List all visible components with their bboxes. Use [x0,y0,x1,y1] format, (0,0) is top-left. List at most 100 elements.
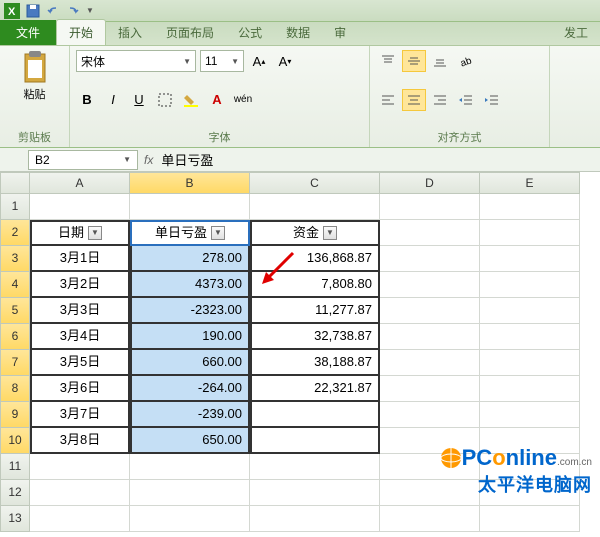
table-header-profit[interactable]: 单日亏盈▼ [130,220,250,246]
fx-icon[interactable]: fx [144,153,153,167]
shrink-font-button[interactable]: A▾ [274,50,296,72]
cell[interactable] [480,376,580,402]
name-box[interactable]: B2▼ [28,150,138,170]
tab-dev[interactable]: 发工 [552,20,600,45]
cell-profit[interactable]: 278.00 [130,246,250,272]
cell[interactable] [380,194,480,220]
undo-icon[interactable] [46,4,60,18]
cell-date[interactable]: 3月1日 [30,246,130,272]
tab-insert[interactable]: 插入 [106,20,154,45]
formula-bar-value[interactable]: 单日亏盈 [161,150,213,169]
row-header[interactable]: 11 [0,454,30,480]
align-center-button[interactable] [402,89,426,111]
cell-fund[interactable] [250,402,380,428]
cell[interactable] [480,194,580,220]
bold-button[interactable]: B [76,89,98,111]
cell-fund[interactable]: 11,277.87 [250,298,380,324]
cell[interactable] [480,402,580,428]
row-header[interactable]: 9 [0,402,30,428]
save-icon[interactable] [26,4,40,18]
align-bottom-button[interactable] [428,50,452,72]
cell-fund[interactable] [250,428,380,454]
cell[interactable] [380,246,480,272]
phonetic-button[interactable]: wén [232,89,254,111]
select-all-corner[interactable] [0,172,30,194]
cell[interactable] [380,272,480,298]
align-left-button[interactable] [376,89,400,111]
align-right-button[interactable] [428,89,452,111]
row-header[interactable]: 2 [0,220,30,246]
border-button[interactable] [154,89,176,111]
row-header[interactable]: 7 [0,350,30,376]
cell[interactable] [380,350,480,376]
cell[interactable] [130,480,250,506]
qat-dropdown-icon[interactable]: ▼ [86,6,94,15]
cell-fund[interactable]: 22,321.87 [250,376,380,402]
cell[interactable] [480,324,580,350]
cell-fund[interactable]: 7,808.80 [250,272,380,298]
decrease-indent-button[interactable] [454,89,478,111]
tab-home[interactable]: 开始 [56,19,106,45]
cell-profit[interactable]: -264.00 [130,376,250,402]
row-header[interactable]: 1 [0,194,30,220]
cell-fund[interactable]: 38,188.87 [250,350,380,376]
align-top-button[interactable] [376,50,400,72]
cell[interactable] [250,194,380,220]
col-header-d[interactable]: D [380,172,480,194]
row-header[interactable]: 4 [0,272,30,298]
tab-formula[interactable]: 公式 [226,20,274,45]
cell[interactable] [380,402,480,428]
font-color-button[interactable]: A [206,89,228,111]
cell[interactable] [250,454,380,480]
row-header[interactable]: 3 [0,246,30,272]
row-header[interactable]: 10 [0,428,30,454]
increase-indent-button[interactable] [480,89,504,111]
cell[interactable] [30,506,130,532]
font-name-select[interactable]: 宋体▼ [76,50,196,72]
cell[interactable] [380,324,480,350]
cell[interactable] [480,506,580,532]
cell-date[interactable]: 3月3日 [30,298,130,324]
cell-profit[interactable]: 650.00 [130,428,250,454]
tab-data[interactable]: 数据 [274,20,322,45]
redo-icon[interactable] [66,4,80,18]
italic-button[interactable]: I [102,89,124,111]
cell-profit[interactable]: 4373.00 [130,272,250,298]
cell-profit[interactable]: 660.00 [130,350,250,376]
cell-date[interactable]: 3月8日 [30,428,130,454]
row-header[interactable]: 6 [0,324,30,350]
tab-file[interactable]: 文件 [0,20,56,45]
cell[interactable] [30,454,130,480]
cell-fund[interactable]: 32,738.87 [250,324,380,350]
fill-color-button[interactable] [180,89,202,111]
col-header-a[interactable]: A [30,172,130,194]
tab-layout[interactable]: 页面布局 [154,20,226,45]
cell[interactable] [480,298,580,324]
row-header[interactable]: 8 [0,376,30,402]
cell[interactable] [480,220,580,246]
cell[interactable] [250,506,380,532]
cell[interactable] [130,194,250,220]
cell-date[interactable]: 3月7日 [30,402,130,428]
cell-date[interactable]: 3月5日 [30,350,130,376]
cell-date[interactable]: 3月6日 [30,376,130,402]
cell-fund[interactable]: 136,868.87 [250,246,380,272]
cell[interactable] [380,376,480,402]
row-header[interactable]: 5 [0,298,30,324]
col-header-c[interactable]: C [250,172,380,194]
cell[interactable] [480,350,580,376]
font-size-select[interactable]: 11▼ [200,50,244,72]
cell-profit[interactable]: 190.00 [130,324,250,350]
table-header-date[interactable]: 日期▼ [30,220,130,246]
cell-profit[interactable]: -2323.00 [130,298,250,324]
cell[interactable] [380,220,480,246]
row-header[interactable]: 12 [0,480,30,506]
tab-review[interactable]: 审 [322,20,358,45]
orientation-button[interactable]: ab [454,50,478,72]
cell-profit[interactable]: -239.00 [130,402,250,428]
grow-font-button[interactable]: A▴ [248,50,270,72]
col-header-e[interactable]: E [480,172,580,194]
cell[interactable] [30,194,130,220]
cell[interactable] [130,506,250,532]
filter-icon[interactable]: ▼ [211,226,225,240]
